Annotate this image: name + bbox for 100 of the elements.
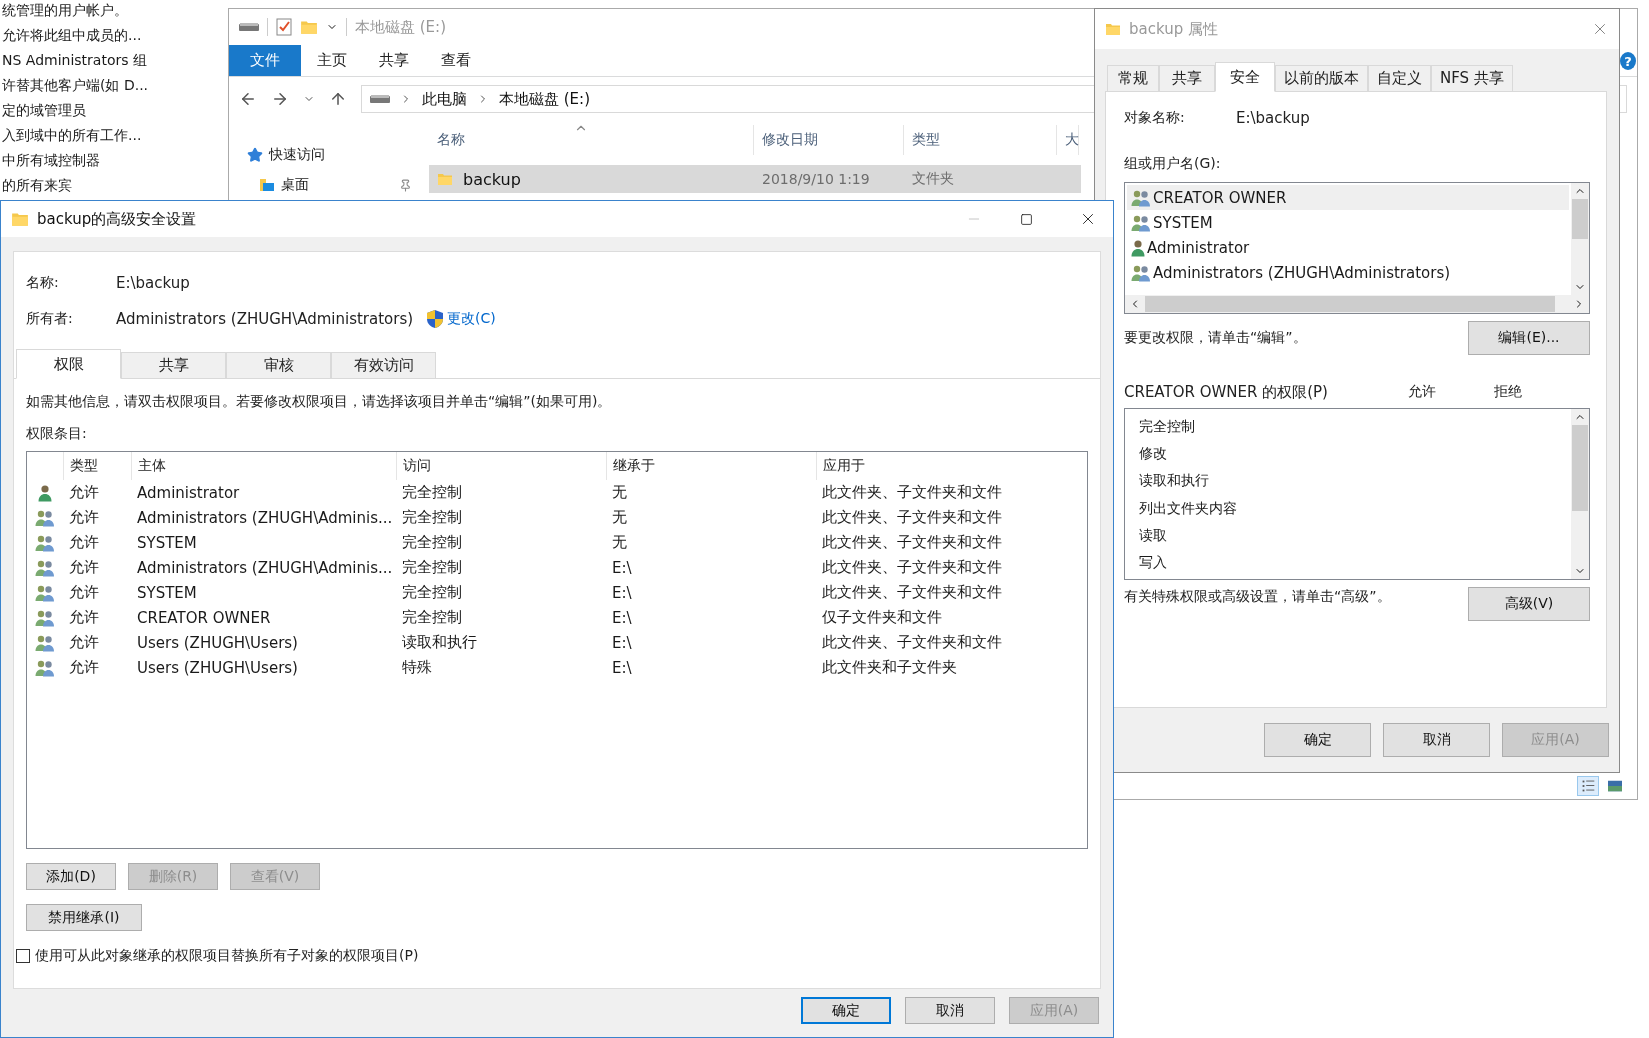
shield-icon (427, 310, 444, 328)
breadcrumb-item[interactable]: 此电脑 (422, 89, 467, 109)
permission-item: 完全控制 (1138, 416, 1196, 436)
hint-text: 要更改权限，请单击“编辑”。 (1124, 329, 1307, 347)
maximize-button[interactable] (1020, 212, 1033, 226)
table-row[interactable]: 允许 SYSTEM 完全控制 无 此文件夹、子文件夹和文件 (27, 530, 1087, 555)
tab[interactable]: 常规 (1107, 65, 1159, 92)
ribbon-tab[interactable]: 文件 (229, 45, 301, 76)
users-icon (35, 583, 55, 602)
column-header[interactable]: 访问 (396, 452, 606, 480)
checkbox[interactable] (16, 949, 30, 963)
tab[interactable]: 有效访问 (331, 352, 436, 379)
advanced-button[interactable]: 高级(V) (1468, 587, 1590, 621)
table-cell-text: E:\ (611, 558, 633, 577)
scrollbar[interactable] (1571, 409, 1589, 579)
list-item-text: 定的域管理员 (2, 101, 86, 120)
table-row[interactable]: 允许 Administrator 完全控制 无 此文件夹、子文件夹和文件 (27, 480, 1087, 505)
scrollbar[interactable] (1125, 295, 1589, 313)
star-icon (247, 147, 263, 163)
nav-item[interactable]: 桌面 (247, 173, 412, 197)
forward-button[interactable] (271, 90, 289, 108)
file-date: 2018/9/10 1:19 (761, 171, 871, 187)
details-view-icon[interactable] (1577, 776, 1599, 796)
list-box[interactable]: CREATOR OWNER SYSTEM Administrator Administrators (ZHUGH\Administrators) (1124, 182, 1590, 314)
table-row[interactable]: 允许 Administrators (ZHUGH\Adminis... 完全控制 无 此文件夹、子文件夹和文件 (27, 505, 1087, 530)
folder-icon (300, 18, 318, 36)
disable-inheritance-button[interactable]: 禁用继承(I) (26, 904, 142, 931)
section-label: 权限条目: (26, 425, 88, 443)
nav-item[interactable]: 快速访问 (247, 143, 412, 167)
permissions-list[interactable]: 完全控制 修改 读取和执行 列出文件夹内容 读取 写入 (1124, 408, 1590, 580)
drive-icon (239, 22, 259, 32)
column-header[interactable]: 主体 (131, 452, 396, 480)
folder-icon (437, 171, 453, 187)
ribbon-tab[interactable]: 查看 (425, 45, 487, 76)
column-header[interactable]: 类型 (904, 125, 1057, 155)
tab[interactable]: 权限 (16, 349, 121, 379)
list-item[interactable]: Administrator (1127, 235, 1569, 260)
table-cell-text: SYSTEM (136, 533, 198, 552)
column-header[interactable]: 名称 (429, 125, 754, 155)
list-item[interactable]: SYSTEM (1127, 210, 1569, 235)
field-value: E:\backup (116, 274, 190, 292)
table-cell-text: 允许 (68, 508, 100, 527)
table-cell-text: Users (ZHUGH\Users) (136, 658, 299, 677)
list-item-text: 入到域中的所有工作... (2, 126, 142, 145)
tab[interactable]: 共享 (121, 352, 226, 379)
tab[interactable]: 审核 (226, 352, 331, 379)
dialog-button[interactable]: 取消 (905, 997, 995, 1024)
help-button[interactable]: ? (1620, 52, 1636, 70)
list-item-text: 的所有来宾 (2, 176, 72, 195)
table-row[interactable]: 允许 Users (ZHUGH\Users) 特殊 E:\ 此文件夹和子文件夹 (27, 655, 1087, 680)
edit-button[interactable]: 编辑(E)... (1468, 321, 1590, 355)
tab[interactable]: 以前的版本 (1275, 65, 1368, 92)
table-cell-text: 此文件夹和子文件夹 (821, 658, 958, 677)
table-cell-text: Users (ZHUGH\Users) (136, 633, 299, 652)
permission-item: 读取 (1138, 525, 1168, 545)
ribbon-tab[interactable]: 共享 (363, 45, 425, 76)
tab[interactable]: 安全 (1215, 62, 1275, 92)
column-header[interactable]: 应用于 (816, 452, 1046, 480)
table-row[interactable]: 允许 Users (ZHUGH\Users) 读取和执行 E:\ 此文件夹、子文件夹和文件 (27, 630, 1087, 655)
column-header: 允许 (1408, 383, 1437, 401)
users-icon (1131, 263, 1151, 282)
scrollbar[interactable] (1571, 183, 1589, 295)
table-cell-text: 允许 (68, 483, 100, 502)
change-link[interactable]: 更改(C) (447, 310, 496, 328)
column-header[interactable]: 大 (1057, 125, 1079, 155)
table-cell-text: Administrator (136, 483, 241, 502)
column-header[interactable]: 修改日期 (754, 125, 904, 155)
column-header[interactable]: 类型 (63, 452, 131, 480)
permission-item: 列出文件夹内容 (1138, 498, 1238, 518)
field-label: 所有者: (26, 310, 74, 328)
dialog-button[interactable]: 确定 (801, 997, 891, 1024)
table-cell-text: 允许 (68, 658, 100, 677)
file-row[interactable]: backup 2018/9/10 1:19 文件夹 (429, 165, 1081, 193)
table-row[interactable]: 允许 CREATOR OWNER 完全控制 E:\ 仅子文件夹和文件 (27, 605, 1087, 630)
tab[interactable]: NFS 共享 (1431, 65, 1513, 92)
column-header[interactable]: 继承于 (606, 452, 816, 480)
table-cell-text: Administrators (ZHUGH\Adminis... (136, 508, 394, 527)
action-button[interactable]: 添加(D) (26, 863, 116, 890)
table-cell-text: 读取和执行 (401, 633, 478, 652)
drive-icon (370, 94, 390, 104)
list-item[interactable]: Administrators (ZHUGH\Administrators) (1127, 260, 1569, 285)
tab[interactable]: 共享 (1159, 65, 1215, 92)
table-cell-text: 无 (611, 483, 628, 502)
ribbon-tab[interactable]: 主页 (301, 45, 363, 76)
up-button[interactable] (329, 90, 347, 108)
desktop-folder-icon (259, 177, 275, 193)
window-title: backup 属性 (1129, 19, 1218, 39)
folder-icon (11, 210, 29, 228)
table-row[interactable]: 允许 SYSTEM 完全控制 E:\ 此文件夹、子文件夹和文件 (27, 580, 1087, 605)
table-cell-text: 完全控制 (401, 533, 463, 552)
dialog-button[interactable]: 取消 (1383, 723, 1490, 757)
permissions-table[interactable] (26, 451, 1088, 849)
dialog-button[interactable]: 确定 (1264, 723, 1371, 757)
thumbnail-view-icon[interactable] (1605, 778, 1625, 794)
table-row[interactable]: 允许 Administrators (ZHUGH\Adminis... 完全控制 E:\ 此文件夹、子文件夹和文件 (27, 555, 1087, 580)
list-item[interactable]: CREATOR OWNER (1127, 185, 1569, 210)
permissions-label: CREATOR OWNER 的权限(P) (1124, 382, 1329, 402)
back-button[interactable] (239, 90, 257, 108)
breadcrumb-item[interactable]: 本地磁盘 (E:) (499, 89, 590, 109)
tab[interactable]: 自定义 (1368, 65, 1431, 92)
